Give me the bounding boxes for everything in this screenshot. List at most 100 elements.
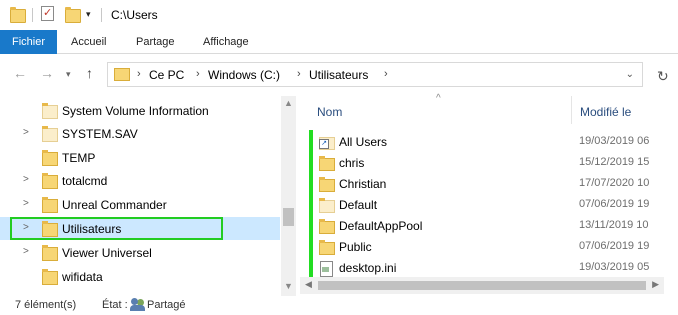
column-header-name[interactable]: Nom (317, 105, 342, 119)
address-dropdown-icon[interactable]: ⌄ (626, 69, 634, 80)
new-folder-icon[interactable] (65, 7, 81, 23)
file-row-default[interactable]: Default 07/06/2019 19 (315, 194, 665, 215)
file-name: DefaultAppPool (339, 219, 423, 233)
file-modified-date: 13/11/2019 10 (579, 219, 649, 231)
file-list: ^ Nom Modifié le All Users 19/03/2019 06… (300, 93, 678, 296)
breadcrumb-utilisateurs[interactable]: Utilisateurs (309, 68, 368, 82)
settings-file-icon (319, 261, 333, 277)
recent-locations-chevron-icon[interactable]: ▾ (66, 69, 71, 80)
properties-icon[interactable]: ✓ (41, 6, 54, 21)
tree-item-temp[interactable]: TEMP (0, 146, 280, 169)
tree-item-label: TEMP (62, 151, 96, 165)
scroll-up-icon[interactable]: ▲ (284, 98, 293, 108)
tree-item-label: Viewer Universel (62, 246, 152, 260)
tab-partage[interactable]: Partage (128, 30, 183, 54)
tree-item-unreal-commander[interactable]: > Unreal Commander (0, 193, 280, 216)
ribbon: Fichier Accueil Partage Affichage (0, 30, 678, 54)
chevron-right-icon[interactable]: › (137, 68, 141, 80)
selection-marker-bar (309, 130, 313, 280)
tree-item-system-volume-information[interactable]: System Volume Information (0, 99, 280, 122)
folder-icon (42, 245, 58, 261)
chevron-right-icon[interactable]: > (23, 127, 29, 138)
title-bar: ✓ ▾ C:\Users (0, 0, 678, 30)
tab-fichier[interactable]: Fichier (0, 30, 57, 54)
chevron-right-icon[interactable]: > (23, 198, 29, 209)
scroll-right-icon[interactable]: ▶ (652, 279, 659, 290)
tree-item-totalcmd[interactable]: > totalcmd (0, 169, 280, 192)
column-divider[interactable] (571, 96, 572, 124)
breadcrumb-windows-c[interactable]: Windows (C:) (208, 68, 280, 82)
file-modified-date: 17/07/2020 10 (579, 177, 650, 189)
chevron-right-icon[interactable]: > (23, 246, 29, 257)
file-name: Default (339, 198, 378, 212)
shortcut-folder-icon (319, 135, 335, 150)
file-row-defaultapppool[interactable]: DefaultAppPool 13/11/2019 10 (315, 215, 665, 236)
address-bar[interactable]: › Ce PC › Windows (C:) › Utilisateurs › … (107, 62, 643, 87)
chevron-right-icon[interactable]: › (196, 68, 200, 80)
tree-item-label: totalcmd (62, 174, 108, 188)
file-name: Public (339, 240, 372, 254)
folder-icon (42, 197, 58, 213)
state-value: Partagé (147, 299, 186, 311)
scrollbar-thumb[interactable] (318, 281, 646, 290)
file-modified-date: 07/06/2019 19 (579, 240, 650, 252)
back-arrow-icon[interactable]: ← (13, 65, 27, 81)
customize-toolbar-dropdown-icon[interactable]: ▾ (86, 9, 91, 20)
folder-icon (42, 103, 58, 119)
file-row-chris[interactable]: chris 15/12/2019 15 (315, 152, 665, 173)
folder-icon (42, 269, 58, 285)
file-name: desktop.ini (339, 261, 397, 275)
sort-ascending-icon: ^ (436, 93, 441, 104)
file-modified-date: 19/03/2019 05 (579, 261, 650, 273)
folder-icon[interactable] (10, 7, 26, 23)
tab-affichage[interactable]: Affichage (195, 30, 257, 54)
folder-icon (319, 177, 335, 192)
file-name: chris (339, 156, 365, 170)
file-row-public[interactable]: Public 07/06/2019 19 (315, 236, 665, 257)
file-name: All Users (339, 135, 388, 149)
breadcrumb-ce-pc[interactable]: Ce PC (149, 68, 184, 82)
forward-arrow-icon[interactable]: → (40, 65, 54, 81)
navigation-tree: System Volume Information > SYSTEM.SAV T… (0, 96, 296, 296)
folder-icon (42, 126, 58, 142)
chevron-right-icon[interactable]: › (384, 68, 388, 80)
folder-icon (319, 219, 335, 234)
scroll-down-icon[interactable]: ▼ (284, 281, 293, 291)
file-modified-date: 07/06/2019 19 (579, 198, 650, 210)
pale-folder-icon (319, 198, 335, 213)
folder-icon (42, 173, 58, 189)
tree-item-viewer-universel[interactable]: > Viewer Universel (0, 241, 280, 264)
file-modified-date: 15/12/2019 15 (579, 156, 650, 168)
folder-icon (114, 68, 130, 81)
file-name: Christian (339, 177, 387, 191)
tree-item-wifidata[interactable]: wifidata (0, 265, 280, 288)
file-row-all-users[interactable]: All Users 19/03/2019 06 (315, 131, 665, 152)
tree-item-label: Unreal Commander (62, 198, 167, 212)
file-list-scrollbar-area (664, 96, 678, 294)
up-arrow-icon[interactable]: ↑ (86, 65, 93, 81)
folder-icon (319, 156, 335, 171)
folder-icon (42, 150, 58, 166)
file-list-horizontal-scrollbar[interactable]: ◀ ▶ (300, 277, 664, 294)
file-row-desktop-ini[interactable]: desktop.ini 19/03/2019 05 (315, 257, 665, 278)
status-bar: 7 élément(s) État : Partagé (0, 296, 678, 315)
tab-accueil[interactable]: Accueil (63, 30, 114, 54)
file-row-christian[interactable]: Christian 17/07/2020 10 (315, 173, 665, 194)
refresh-icon[interactable]: ↻ (657, 68, 669, 85)
navigation-bar: ← → ▾ ↑ › Ce PC › Windows (C:) › Utilisa… (0, 56, 678, 96)
folder-icon (319, 240, 335, 255)
chevron-right-icon[interactable]: > (23, 174, 29, 185)
column-header-modified[interactable]: Modifié le (580, 105, 631, 119)
item-count: 7 élément(s) (15, 299, 77, 311)
shared-users-icon (130, 298, 146, 312)
state-label: État : (102, 299, 128, 311)
chevron-right-icon[interactable]: › (297, 68, 301, 80)
tree-scrollbar[interactable]: ▲ ▼ (281, 96, 296, 296)
scroll-left-icon[interactable]: ◀ (305, 279, 312, 290)
separator (32, 8, 33, 22)
tree-item-label: System Volume Information (62, 104, 209, 118)
tree-item-system-sav[interactable]: > SYSTEM.SAV (0, 122, 280, 145)
separator (101, 8, 102, 22)
window-title: C:\Users (111, 8, 158, 22)
scrollbar-thumb[interactable] (283, 208, 294, 226)
